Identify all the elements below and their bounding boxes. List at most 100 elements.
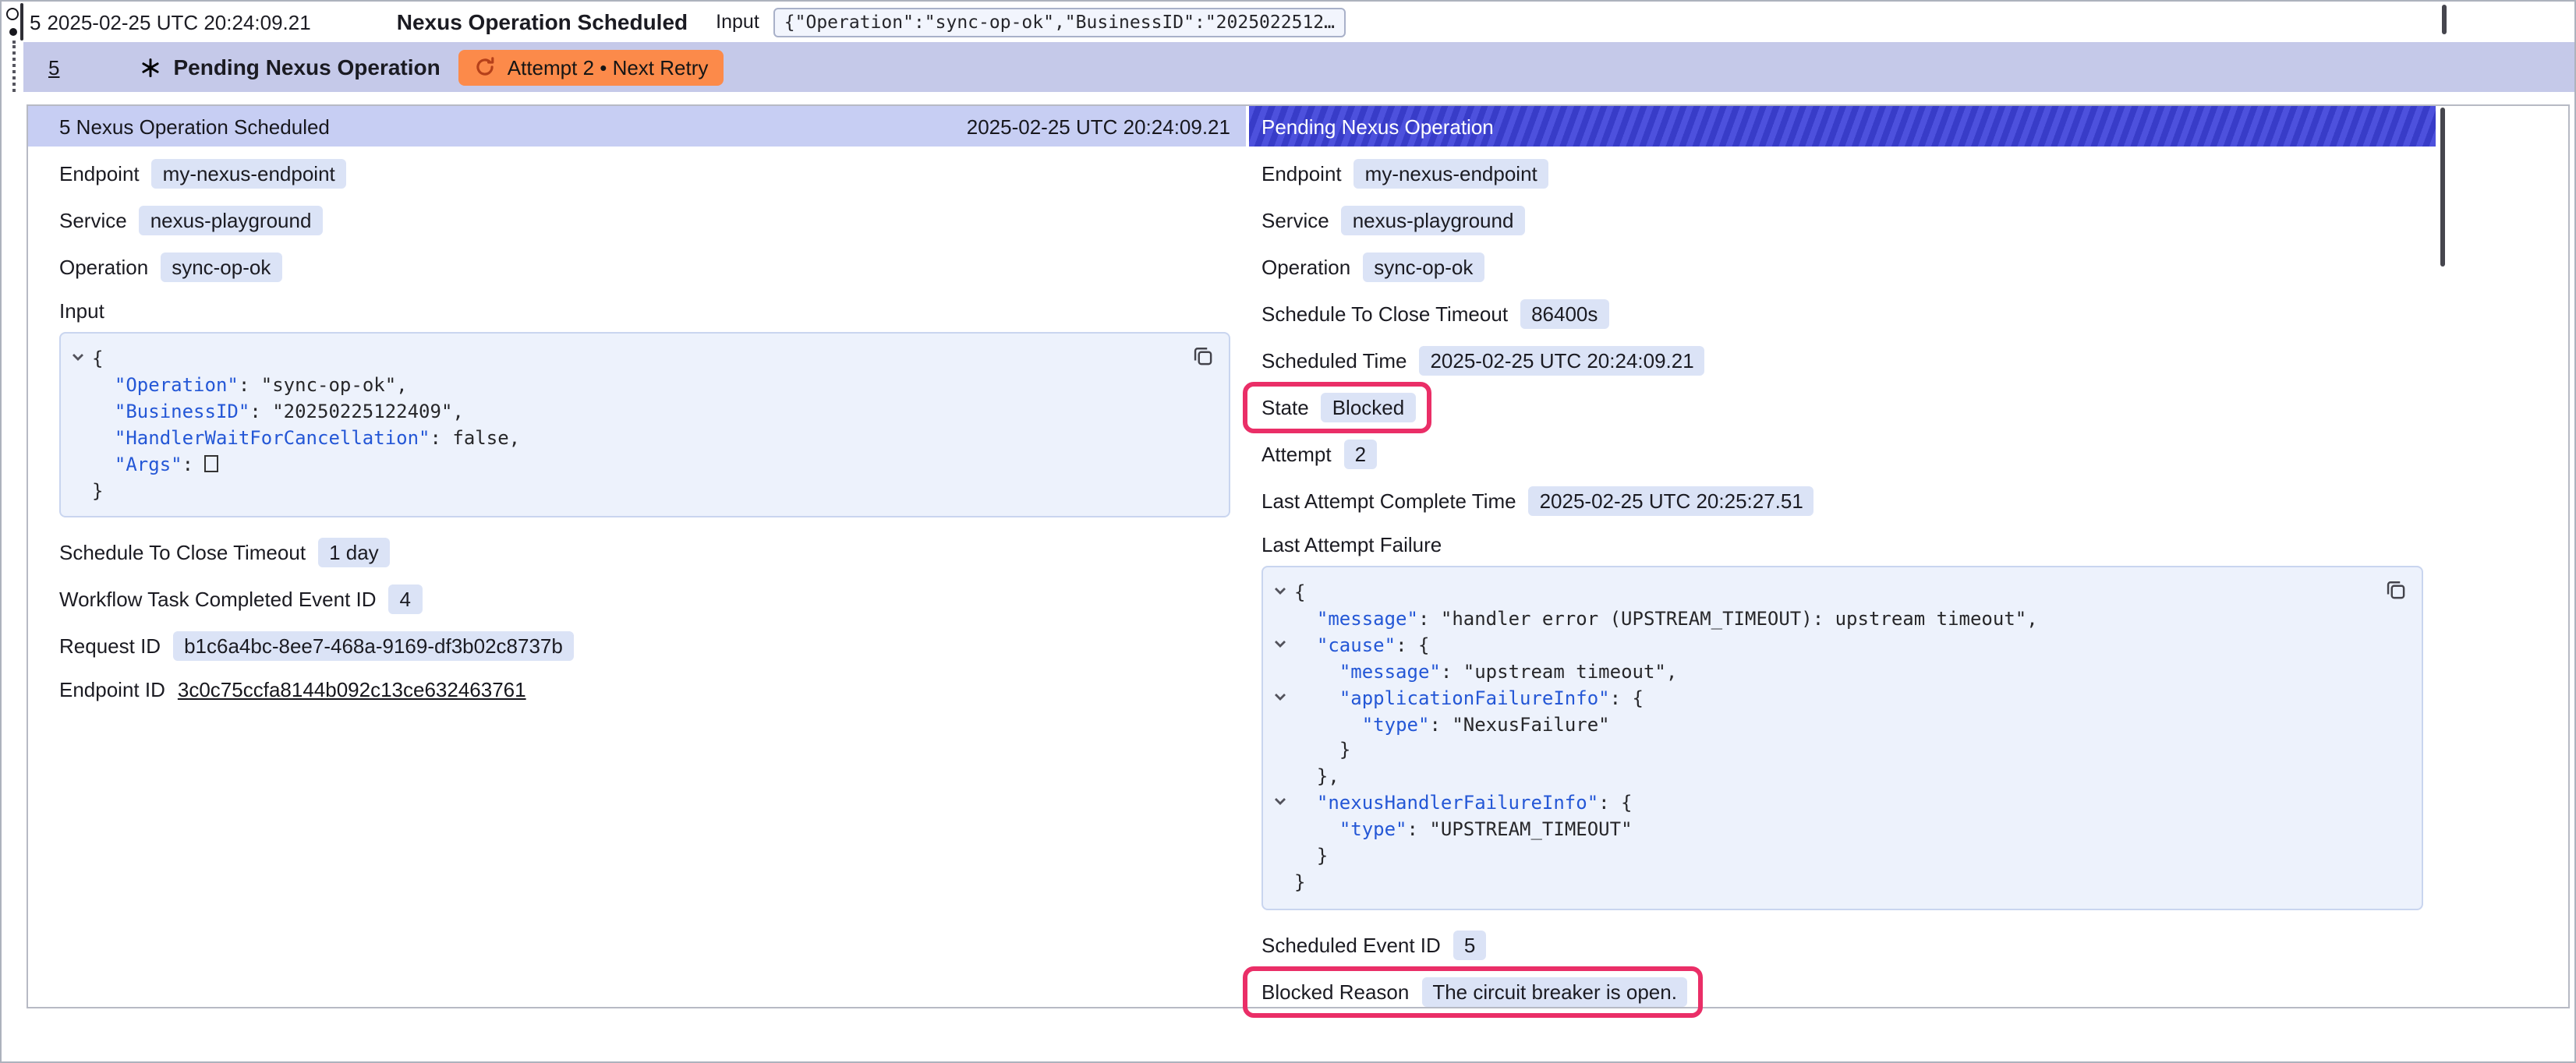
endpoint-id-link[interactable]: 3c0c75ccfa8144b092c13ce632463761: [178, 679, 526, 702]
timeline-dotted-connector: [12, 41, 16, 92]
json-line: "nexusHandlerFailureInfo": {: [1272, 791, 2381, 818]
field-row: Service nexus-playground: [59, 206, 1230, 235]
scheduled-event-panel: 5 Nexus Operation Scheduled 2025-02-25 U…: [28, 106, 1246, 1024]
field-row-endpoint-id: Endpoint ID 3c0c75ccfa8144b092c13ce63246…: [59, 679, 1230, 702]
field-value-chip: nexus-playground: [1342, 206, 1525, 235]
failure-section-label: Last Attempt Failure: [1261, 533, 2423, 556]
field-label: Service: [59, 209, 127, 232]
field-value-chip: my-nexus-endpoint: [152, 159, 346, 189]
field-row: Attempt 2: [1261, 440, 2423, 469]
field-row: Endpoint my-nexus-endpoint: [59, 159, 1230, 189]
field-value-chip: sync-op-ok: [161, 253, 281, 282]
field-value-chip: nexus-playground: [140, 206, 323, 235]
json-line: },: [1272, 765, 2381, 791]
timeline-dot-icon: [9, 28, 17, 36]
json-line: "applicationFailureInfo": {: [1272, 685, 2381, 712]
field-label: State: [1261, 396, 1309, 419]
field-label: Endpoint ID: [59, 679, 165, 702]
field-value-chip: 2025-02-25 UTC 20:24:09.21: [1419, 346, 1704, 376]
field-value-chip: 2025-02-25 UTC 20:25:27.51: [1529, 486, 1814, 516]
json-line: "message": "handler error (UPSTREAM_TIME…: [1272, 606, 2381, 633]
json-line: }: [1272, 870, 2381, 896]
event-row-pending-selected[interactable]: 5 Pending Nexus Operation Attempt 2 • Ne…: [23, 42, 2574, 92]
json-line: }: [1272, 738, 2381, 765]
field-row-blocked-reason: Blocked Reason The circuit breaker is op…: [1261, 977, 2423, 1007]
field-label: Last Attempt Complete Time: [1261, 489, 1516, 513]
asterisk-icon: [140, 57, 161, 77]
field-row: Operation sync-op-ok: [59, 253, 1230, 282]
field-row: Last Attempt Complete Time 2025-02-25 UT…: [1261, 486, 2423, 516]
event-id: 5: [23, 10, 41, 34]
retry-attempt-badge: Attempt 2 • Next Retry: [459, 49, 724, 85]
json-line: "cause": {: [1272, 633, 2381, 659]
field-value-chip: b1c6a4bc-8ee7-468a-9169-df3b02c8737b: [173, 632, 574, 662]
field-row: Endpoint my-nexus-endpoint: [1261, 159, 2423, 189]
state-field: State Blocked: [1261, 393, 1415, 422]
field-label: Endpoint: [1261, 162, 1342, 185]
blocked-reason-chip: The circuit breaker is open.: [1421, 977, 1688, 1007]
field-label: Attempt: [1261, 443, 1332, 466]
field-value-chip: my-nexus-endpoint: [1354, 159, 1548, 189]
field-label: Operation: [1261, 256, 1350, 279]
event-history-rows: 5 2025-02-25 UTC 20:24:09.21 Nexus Opera…: [23, 2, 2574, 92]
chevron-down-icon[interactable]: [1272, 685, 1294, 712]
field-label: Schedule To Close Timeout: [59, 542, 306, 565]
field-row: Scheduled Time 2025-02-25 UTC 20:24:09.2…: [1261, 346, 2423, 376]
field-row: Request ID b1c6a4bc-8ee7-468a-9169-df3b0…: [59, 632, 1230, 662]
copy-icon[interactable]: [2384, 578, 2408, 602]
empty-array-icon: [205, 454, 219, 471]
scrollbar-thumb[interactable]: [2442, 5, 2447, 34]
field-row-state: State Blocked: [1261, 393, 2423, 422]
event-timestamp: 2025-02-25 UTC 20:24:09.21: [47, 10, 310, 34]
field-label: Schedule To Close Timeout: [1261, 302, 1508, 326]
event-row-scheduled[interactable]: 5 2025-02-25 UTC 20:24:09.21 Nexus Opera…: [23, 2, 2574, 42]
field-value-chip: 2: [1344, 440, 1377, 469]
scheduled-panel-timestamp: 2025-02-25 UTC 20:24:09.21: [967, 115, 1230, 138]
event-title: Nexus Operation Scheduled: [397, 9, 688, 34]
json-line: "type": "NexusFailure": [1272, 712, 2381, 738]
field-label: Service: [1261, 209, 1329, 232]
event-id-link[interactable]: 5: [48, 55, 59, 79]
refresh-icon: [475, 56, 497, 78]
field-label: Workflow Task Completed Event ID: [59, 588, 377, 612]
field-label: Endpoint: [59, 162, 140, 185]
input-label: Input: [716, 11, 759, 33]
json-line: {: [70, 346, 1188, 373]
field-row: Schedule To Close Timeout 1 day: [59, 539, 1230, 568]
field-row: Schedule To Close Timeout 86400s: [1261, 299, 2423, 329]
chevron-down-icon[interactable]: [1272, 580, 1294, 606]
input-preview-chip[interactable]: {"Operation":"sync-op-ok","BusinessID":"…: [773, 7, 1346, 37]
json-line: }: [70, 478, 1188, 504]
field-label: Scheduled Time: [1261, 349, 1407, 373]
copy-icon[interactable]: [1191, 344, 1215, 368]
field-row: Service nexus-playground: [1261, 206, 2423, 235]
field-value-chip: 5: [1453, 931, 1486, 960]
app-viewport: 5 2025-02-25 UTC 20:24:09.21 Nexus Opera…: [0, 0, 2576, 1063]
failure-json-viewer: { "message": "handler error (UPSTREAM_TI…: [1261, 566, 2423, 910]
field-row: Operation sync-op-ok: [1261, 253, 2423, 282]
scheduled-panel-header: 5 Nexus Operation Scheduled 2025-02-25 U…: [28, 106, 1246, 147]
field-label: Blocked Reason: [1261, 980, 1409, 1004]
event-detail-box: 5 Nexus Operation Scheduled 2025-02-25 U…: [27, 104, 2570, 1008]
chevron-down-icon[interactable]: [1272, 633, 1294, 659]
chevron-down-icon[interactable]: [1272, 791, 1294, 818]
json-line: "type": "UPSTREAM_TIMEOUT": [1272, 817, 2381, 843]
timeline-open-circle-icon: [6, 8, 19, 20]
retry-badge-label: Attempt 2 • Next Retry: [508, 55, 709, 79]
json-line: "message": "upstream timeout",: [1272, 659, 2381, 685]
field-value-chip: 1 day: [318, 539, 390, 568]
field-value-chip: 4: [389, 585, 422, 615]
scrollbar-thumb[interactable]: [2440, 108, 2445, 267]
json-line: "HandlerWaitForCancellation": false,: [70, 425, 1188, 451]
field-value-chip: 86400s: [1520, 299, 1608, 329]
json-line: }: [1272, 843, 2381, 870]
pending-panel-title: Pending Nexus Operation: [1261, 115, 1494, 138]
field-row: Workflow Task Completed Event ID 4: [59, 585, 1230, 615]
chevron-down-icon[interactable]: [70, 346, 92, 373]
input-section-label: Input: [59, 299, 1230, 323]
json-line: "Operation": "sync-op-ok",: [70, 373, 1188, 399]
pending-event-title: Pending Nexus Operation: [173, 55, 440, 79]
field-value-chip: sync-op-ok: [1363, 253, 1484, 282]
event-timeline-rail: [2, 2, 23, 98]
pending-operation-panel: Pending Nexus Operation Endpoint my-nexu…: [1249, 106, 2436, 1024]
